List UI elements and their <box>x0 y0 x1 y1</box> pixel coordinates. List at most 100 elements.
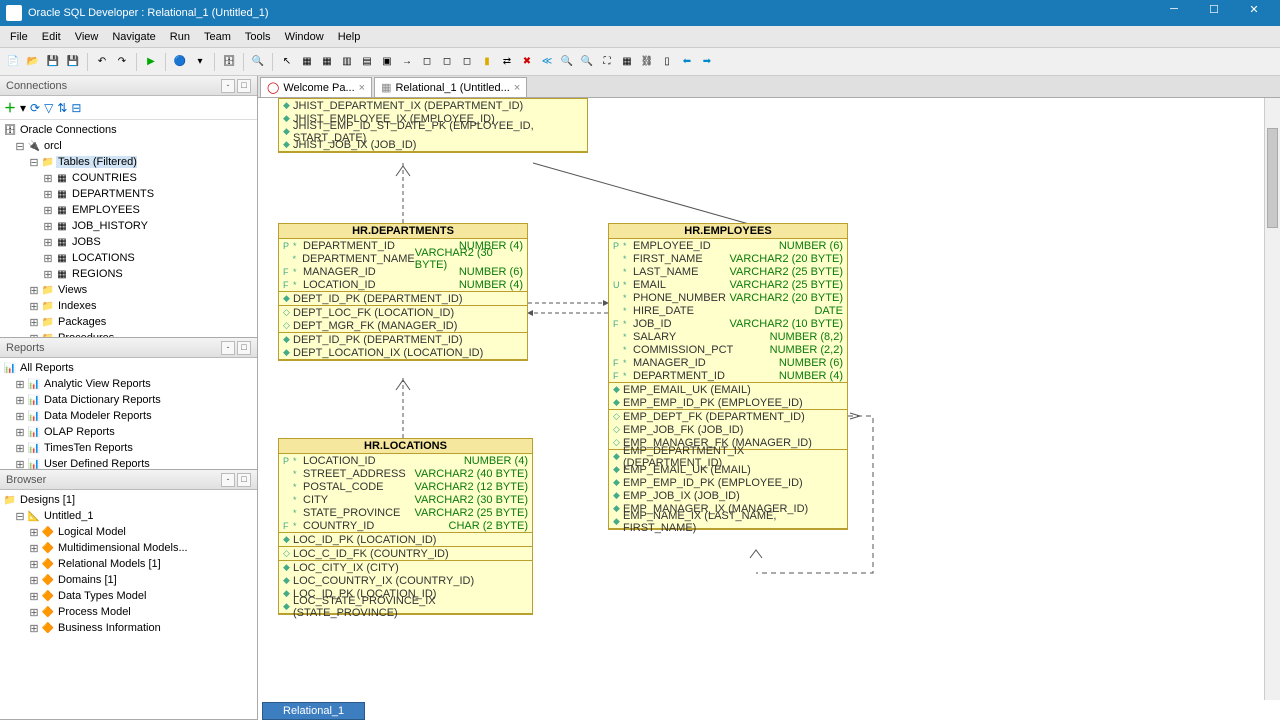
folder-icon[interactable]: ▮ <box>478 53 496 71</box>
maximize-button[interactable]: ☐ <box>1194 3 1234 23</box>
tree-db[interactable]: orcl <box>42 140 62 152</box>
minimize-button[interactable]: ─ <box>1154 3 1194 23</box>
refresh-icon[interactable]: ⟳ <box>30 101 40 115</box>
expand-icon[interactable]: ⊟ <box>14 140 26 153</box>
tree-report[interactable]: User Defined Reports <box>42 458 150 469</box>
expand-icon[interactable]: ⊞ <box>14 442 26 455</box>
erd-table-employees[interactable]: HR.EMPLOYEES P*EMPLOYEE_IDNUMBER (6)*FIR… <box>608 223 848 530</box>
expand-icon[interactable]: ⊞ <box>28 622 40 635</box>
collapse-icon[interactable]: ⊟ <box>71 101 81 115</box>
panel-min-icon[interactable]: - <box>221 79 235 93</box>
save-icon[interactable]: 💾 <box>44 53 62 71</box>
tree-report[interactable]: Data Dictionary Reports <box>42 394 161 406</box>
tree-report[interactable]: Data Modeler Reports <box>42 410 152 422</box>
menu-window[interactable]: Window <box>279 29 330 45</box>
diagram-canvas[interactable]: ◆JHIST_DEPARTMENT_IX (DEPARTMENT_ID)◆JHI… <box>258 98 1280 720</box>
expand-icon[interactable]: ⊟ <box>14 510 26 523</box>
note-icon[interactable]: ▣ <box>378 53 396 71</box>
expand-icon[interactable]: ⊞ <box>28 526 40 539</box>
panel-max-icon[interactable]: □ <box>237 473 251 487</box>
save-all-icon[interactable]: 💾 <box>64 53 82 71</box>
forward-icon[interactable]: ➡ <box>698 53 716 71</box>
scrollbar-thumb[interactable] <box>1267 128 1278 228</box>
expand-icon[interactable]: ⊞ <box>28 558 40 571</box>
tree-node[interactable]: Procedures <box>56 332 114 337</box>
menu-view[interactable]: View <box>69 29 105 45</box>
tree-model[interactable]: Process Model <box>56 606 131 618</box>
expand-icon[interactable]: ⊞ <box>28 300 40 313</box>
tree-model[interactable]: Business Information <box>56 622 161 634</box>
nav-icon[interactable]: 🔵 <box>171 53 189 71</box>
zoom-out-icon[interactable]: 🔍 <box>578 53 596 71</box>
open-icon[interactable]: 📂 <box>24 53 42 71</box>
binoculars-icon[interactable]: 🔍 <box>249 53 267 71</box>
tree-table[interactable]: LOCATIONS <box>70 252 135 264</box>
delete-icon[interactable]: ✖ <box>518 53 536 71</box>
sq2-icon[interactable]: ◻ <box>438 53 456 71</box>
close-button[interactable]: ✕ <box>1234 3 1274 23</box>
erd-table-departments[interactable]: HR.DEPARTMENTS P*DEPARTMENT_IDNUMBER (4)… <box>278 223 528 361</box>
expand-icon[interactable]: ⊞ <box>42 252 54 265</box>
subview-tab[interactable]: Relational_1 <box>262 702 365 720</box>
sort-icon[interactable]: ⇅ <box>57 101 67 115</box>
tree-reports-root[interactable]: All Reports <box>18 362 74 374</box>
tab-relational[interactable]: ▦Relational_1 (Untitled...× <box>374 77 527 97</box>
tree-designs[interactable]: Designs [1] <box>18 494 75 506</box>
menu-help[interactable]: Help <box>332 29 367 45</box>
fit-icon[interactable]: ⛶ <box>598 53 616 71</box>
expand-icon[interactable]: ⊞ <box>42 236 54 249</box>
expand-icon[interactable]: ⊞ <box>42 188 54 201</box>
tree-table[interactable]: REGIONS <box>70 268 123 280</box>
close-icon[interactable]: × <box>514 82 520 94</box>
menu-file[interactable]: File <box>4 29 34 45</box>
tree-root[interactable]: Oracle Connections <box>18 124 117 136</box>
tree-tables[interactable]: Tables (Filtered) <box>56 156 137 168</box>
erd-table-locations[interactable]: HR.LOCATIONS P*LOCATION_IDNUMBER (4)*STR… <box>278 438 533 615</box>
redo-icon[interactable]: ↷ <box>113 53 131 71</box>
panel-max-icon[interactable]: □ <box>237 341 251 355</box>
tree-table[interactable]: JOB_HISTORY <box>70 220 148 232</box>
tree-model[interactable]: Data Types Model <box>56 590 146 602</box>
expand-icon[interactable]: ⊞ <box>42 204 54 217</box>
link-icon[interactable]: ⛓ <box>638 53 656 71</box>
tree-report[interactable]: TimesTen Reports <box>42 442 133 454</box>
tree-table[interactable]: EMPLOYEES <box>70 204 140 216</box>
expand-icon[interactable]: ⊞ <box>28 316 40 329</box>
sq3-icon[interactable]: ◻ <box>458 53 476 71</box>
tree-model[interactable]: Multidimensional Models... <box>56 542 188 554</box>
layout-icon[interactable]: ▯ <box>658 53 676 71</box>
menu-tools[interactable]: Tools <box>239 29 277 45</box>
tree-table[interactable]: COUNTRIES <box>70 172 137 184</box>
tree-model[interactable]: Domains [1] <box>56 574 117 586</box>
expand-icon[interactable]: ⊞ <box>28 606 40 619</box>
tree-report[interactable]: Analytic View Reports <box>42 378 151 390</box>
panel-max-icon[interactable]: □ <box>237 79 251 93</box>
dropdown-icon[interactable]: ▾ <box>191 53 209 71</box>
menu-run[interactable]: Run <box>164 29 196 45</box>
grid-icon[interactable]: ▦ <box>618 53 636 71</box>
browser-tree[interactable]: 📁Designs [1] ⊟📐Untitled_1 ⊞🔶Logical Mode… <box>0 490 257 719</box>
filter-icon[interactable]: ▽ <box>44 101 53 115</box>
sq1-icon[interactable]: ◻ <box>418 53 436 71</box>
erd-table-jobhistory[interactable]: ◆JHIST_DEPARTMENT_IX (DEPARTMENT_ID)◆JHI… <box>278 98 588 153</box>
expand-icon[interactable]: ⊞ <box>28 574 40 587</box>
zoom-in-icon[interactable]: 🔍 <box>558 53 576 71</box>
table-icon[interactable]: ▦ <box>298 53 316 71</box>
vertical-scrollbar[interactable] <box>1264 98 1280 700</box>
expand-icon[interactable]: ⊟ <box>28 156 40 169</box>
expand-icon[interactable]: ⊞ <box>42 268 54 281</box>
menu-team[interactable]: Team <box>198 29 237 45</box>
tree-table[interactable]: DEPARTMENTS <box>70 188 154 200</box>
tab-welcome[interactable]: ◯Welcome Pa...× <box>260 77 372 97</box>
connections-tree[interactable]: 🗄Oracle Connections ⊟🔌orcl ⊟📁Tables (Fil… <box>0 120 257 337</box>
merge-icon[interactable]: ▤ <box>358 53 376 71</box>
expand-icon[interactable]: ⊞ <box>14 394 26 407</box>
reports-tree[interactable]: 📊All Reports ⊞📊Analytic View Reports⊞📊Da… <box>0 358 257 469</box>
new-icon[interactable]: 📄 <box>4 53 22 71</box>
expand-icon[interactable]: ⊞ <box>14 378 26 391</box>
expand-icon[interactable]: ⊞ <box>28 284 40 297</box>
expand-icon[interactable]: ⊞ <box>14 426 26 439</box>
arrow-icon[interactable]: → <box>398 53 416 71</box>
menu-edit[interactable]: Edit <box>36 29 67 45</box>
panel-min-icon[interactable]: - <box>221 473 235 487</box>
